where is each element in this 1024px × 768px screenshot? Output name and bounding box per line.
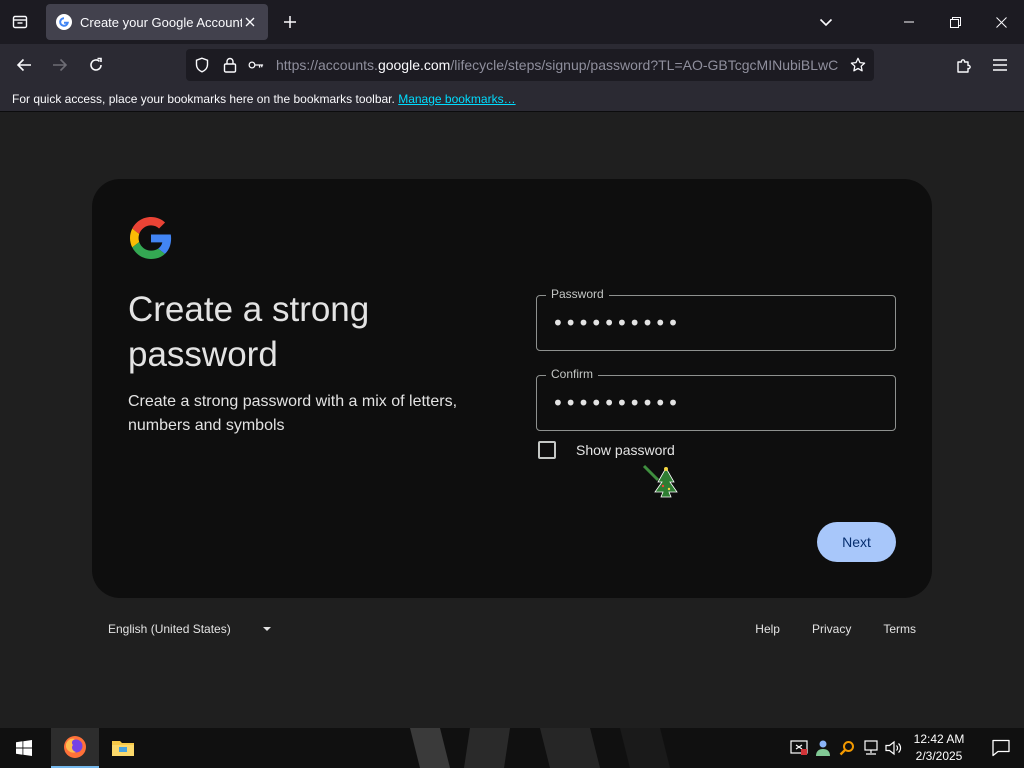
manage-bookmarks-link[interactable]: Manage bookmarks… (398, 92, 515, 106)
address-bar[interactable]: https://accounts.google.com/lifecycle/st… (186, 49, 874, 81)
language-label: English (United States) (108, 622, 231, 636)
taskbar-wallpaper-shapes (410, 728, 670, 768)
close-icon (995, 16, 1007, 28)
taskbar-clock[interactable]: 12:42 AM 2/3/2025 (906, 731, 972, 765)
close-icon (245, 17, 255, 27)
clock-date: 2/3/2025 (915, 749, 963, 763)
password-input[interactable] (537, 296, 895, 350)
footer-link-privacy[interactable]: Privacy (812, 622, 851, 636)
action-center-button[interactable] (978, 728, 1024, 768)
site-info-button[interactable] (222, 57, 238, 73)
password-manager-button[interactable] (248, 57, 264, 73)
confirm-password-input[interactable] (537, 376, 895, 430)
firefox-view-button[interactable] (6, 9, 34, 35)
navigation-toolbar: https://accounts.google.com/lifecycle/st… (0, 44, 1024, 86)
footer-link-terms[interactable]: Terms (883, 622, 916, 636)
language-selector[interactable]: English (United States) (108, 622, 271, 636)
google-logo-icon (130, 217, 172, 259)
chevron-down-icon (819, 18, 833, 27)
app-menu-button[interactable] (985, 50, 1015, 80)
footer-link-help[interactable]: Help (755, 622, 780, 636)
confirm-field: Confirm (536, 367, 896, 431)
url-prefix: https://accounts. (276, 57, 378, 73)
page-content: Create a strong password Create a strong… (0, 112, 1024, 728)
firefox-icon (64, 736, 86, 758)
windows-logo-icon (16, 740, 32, 756)
windows-taskbar: 12:42 AM 2/3/2025 (0, 728, 1024, 768)
list-all-tabs-button[interactable] (814, 10, 838, 34)
file-explorer-icon (112, 741, 134, 756)
dropdown-caret-icon (262, 627, 271, 631)
confirm-label: Confirm (546, 367, 599, 381)
star-icon (850, 57, 866, 72)
new-tab-button[interactable] (278, 10, 302, 34)
restore-icon (949, 16, 961, 28)
tab-title: Create your Google Account (80, 14, 242, 30)
arrow-right-icon (53, 58, 68, 72)
arrow-left-icon (16, 58, 31, 72)
url-field[interactable]: https://accounts.google.com/lifecycle/st… (276, 57, 838, 75)
show-password-checkbox[interactable] (538, 441, 556, 459)
tray-network-icon[interactable] (861, 738, 881, 758)
url-host: google.com (377, 57, 451, 73)
search-icon (839, 741, 854, 756)
bookmark-page-button[interactable] (850, 57, 866, 73)
forward-button[interactable] (45, 50, 75, 80)
clock-time: 12:42 AM (913, 732, 965, 746)
minimize-button[interactable] (886, 0, 932, 44)
bookmarks-toolbar: For quick access, place your bookmarks h… (0, 86, 1024, 112)
notification-icon (992, 739, 1010, 757)
tray-people-icon[interactable] (813, 738, 833, 758)
signup-card: Create a strong password Create a strong… (92, 179, 932, 598)
tab-close-button[interactable] (242, 14, 258, 30)
google-favicon-icon (56, 14, 72, 30)
show-password-toggle[interactable]: Show password (538, 441, 675, 459)
puzzle-icon (957, 59, 971, 73)
hamburger-menu-icon (993, 59, 1007, 71)
taskbar-file-explorer[interactable] (99, 728, 147, 768)
extensions-button[interactable] (949, 50, 979, 80)
plus-icon (284, 16, 296, 28)
tray-search-icon[interactable] (837, 738, 857, 758)
reload-icon (90, 57, 102, 71)
network-icon (864, 740, 878, 755)
show-password-label: Show password (576, 442, 675, 458)
page-subtitle: Create a strong password with a mix of l… (128, 393, 458, 434)
taskbar-firefox[interactable] (51, 728, 99, 768)
tracking-protection-button[interactable] (194, 57, 210, 73)
key-icon (248, 61, 264, 69)
password-label: Password (546, 287, 609, 301)
reload-button[interactable] (81, 50, 111, 80)
tray-defender-icon[interactable] (789, 738, 809, 758)
close-window-button[interactable] (978, 0, 1024, 44)
page-title: Create a strong password (128, 290, 370, 374)
start-button[interactable] (0, 728, 48, 768)
restore-button[interactable] (932, 0, 978, 44)
security-icon (790, 740, 808, 755)
tray-volume-icon[interactable] (884, 738, 904, 758)
mouse-cursor-icon (642, 464, 678, 498)
minimize-icon (904, 21, 914, 23)
bookmarks-hint-text: For quick access, place your bookmarks h… (12, 92, 395, 106)
password-field: Password (536, 287, 896, 351)
shield-icon (195, 57, 209, 73)
tab-strip: Create your Google Account (0, 0, 1024, 44)
footer-links: Help Privacy Terms (723, 622, 916, 636)
next-button[interactable]: Next (817, 522, 896, 562)
speaker-icon (885, 740, 902, 756)
url-path: /lifecycle/steps/signup/password?TL=AO-G… (450, 57, 838, 73)
tab-google-account[interactable]: Create your Google Account (46, 4, 268, 40)
firefox-view-icon (12, 15, 28, 29)
lock-icon (223, 57, 237, 73)
people-icon (816, 740, 830, 756)
back-button[interactable] (9, 50, 39, 80)
